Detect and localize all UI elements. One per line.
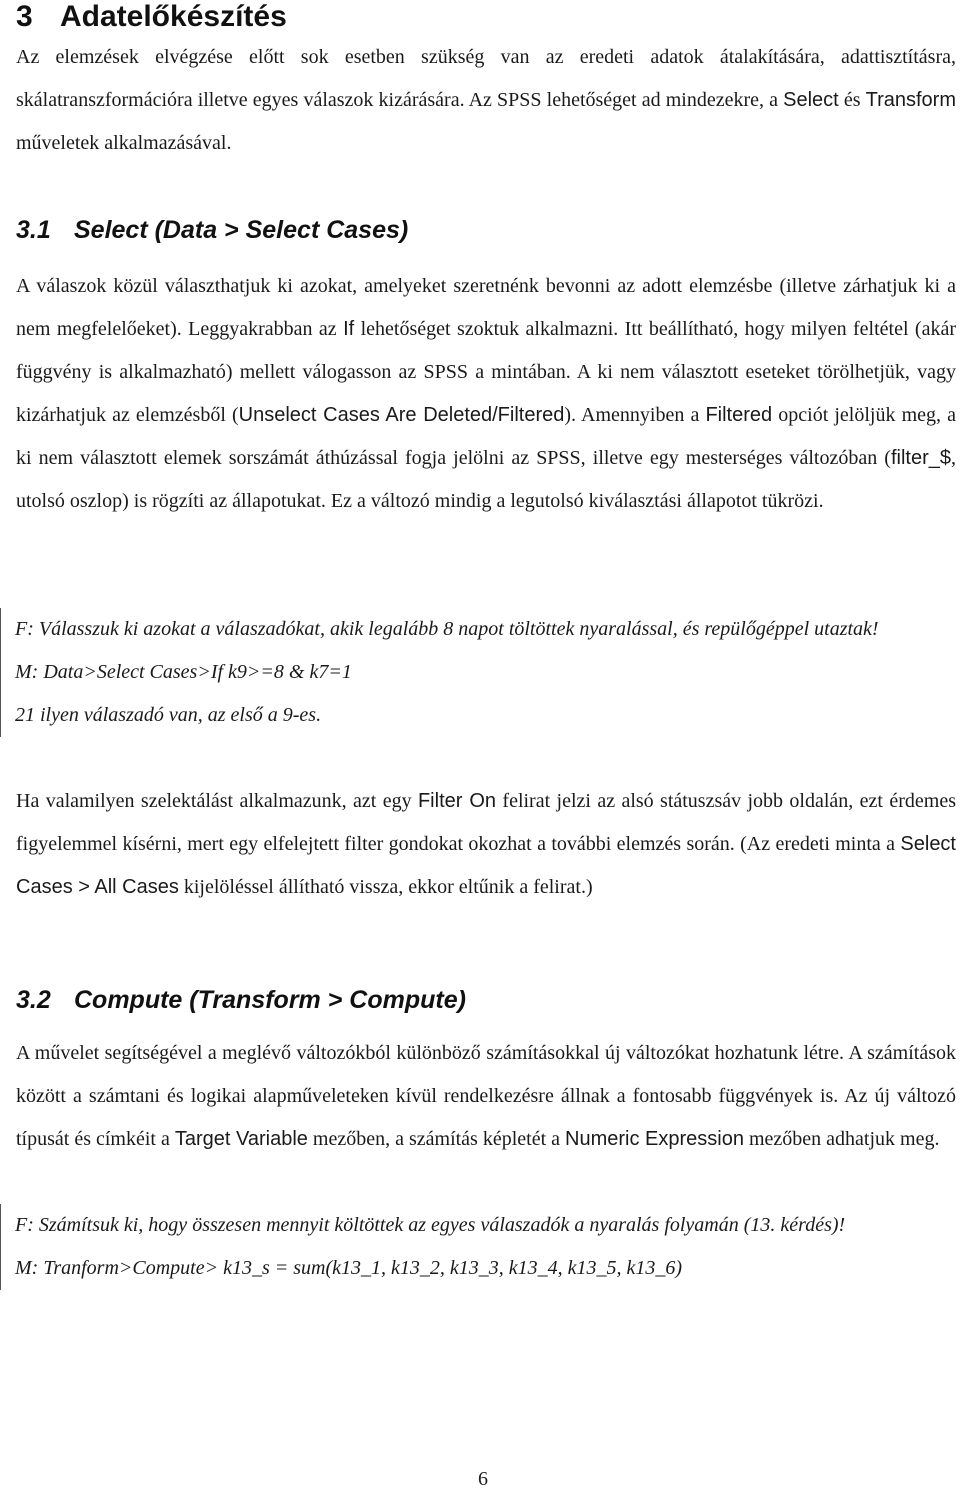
keyword-numeric-expression: Numeric Expression bbox=[565, 1128, 744, 1150]
section-title: Compute (Transform > Compute) bbox=[74, 986, 466, 1014]
keyword-filter-on: Filter On bbox=[417, 790, 497, 812]
keyword-target-variable: Target Variable bbox=[174, 1128, 308, 1150]
text-run: kijelöléssel állítható vissza, ekkor elt… bbox=[178, 876, 593, 898]
compute-paragraph: A művelet segítségével a meglévő változó… bbox=[16, 1032, 956, 1161]
task-question: F: Számítsuk ki, hogy összesen mennyit k… bbox=[15, 1214, 846, 1236]
section-number: 3.1 bbox=[16, 216, 51, 244]
text-run: mezőben, a számítás képletét a bbox=[307, 1128, 566, 1150]
text-run: és bbox=[838, 89, 866, 111]
text-run: ). Amennyiben a bbox=[564, 404, 706, 426]
section-title: Select (Data > Select Cases) bbox=[74, 216, 409, 244]
task-method: M: Tranform>Compute> k13_s = sum(k13_1, … bbox=[15, 1257, 683, 1279]
chapter-heading: 3 Adatelőkészítés bbox=[16, 0, 287, 36]
keyword-select: Select bbox=[783, 89, 839, 111]
keyword-filtered: Filtered bbox=[705, 404, 773, 426]
compute-task-block: F: Számítsuk ki, hogy összesen mennyit k… bbox=[0, 1204, 941, 1290]
task-result: 21 ilyen válaszadó van, az első a 9-es. bbox=[15, 704, 322, 726]
section-heading-compute: 3.2 Compute (Transform > Compute) bbox=[16, 985, 466, 1015]
task-question: F: Válasszuk ki azokat a válaszadókat, a… bbox=[15, 618, 879, 640]
chapter-intro-paragraph: Az elemzések elvégzése előtt sok esetben… bbox=[16, 36, 956, 165]
chapter-number: 3 bbox=[16, 0, 33, 33]
keyword-filter-var: filter_$ bbox=[890, 447, 951, 469]
section-heading-select: 3.1 Select (Data > Select Cases) bbox=[16, 215, 408, 245]
page-number: 6 bbox=[478, 1468, 488, 1490]
text-run: Ha valamilyen szelektálást alkalmazunk, … bbox=[16, 790, 418, 812]
document-page: 3 Adatelőkészítés Az elemzések elvégzése … bbox=[0, 0, 960, 1494]
task-method: M: Data>Select Cases>If k9>=8 & k7=1 bbox=[15, 661, 352, 683]
text-run: mezőben adhatjuk meg. bbox=[743, 1128, 940, 1150]
select-paragraph: A válaszok közül választhatjuk ki azokat… bbox=[16, 265, 956, 523]
keyword-transform: Transform bbox=[865, 89, 956, 111]
section-number: 3.2 bbox=[16, 986, 51, 1014]
keyword-unselect-cases: Unselect Cases Are Deleted/Filtered bbox=[238, 404, 565, 426]
filter-paragraph: Ha valamilyen szelektálást alkalmazunk, … bbox=[16, 780, 956, 909]
text-run: műveletek alkalmazásával. bbox=[16, 132, 232, 154]
select-task-block: F: Válasszuk ki azokat a válaszadókat, a… bbox=[0, 608, 941, 737]
chapter-title: Adatelőkészítés bbox=[60, 0, 287, 33]
keyword-if: If bbox=[343, 318, 355, 340]
